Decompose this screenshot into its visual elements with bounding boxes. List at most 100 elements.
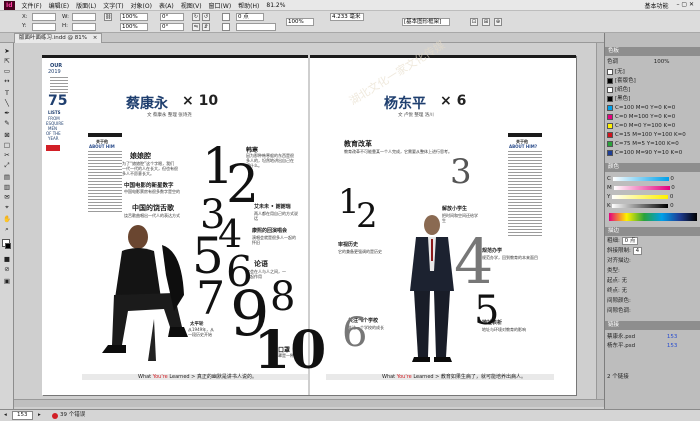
- swatch-row[interactable]: C=100 M=90 Y=10 K=0: [607, 149, 699, 157]
- swatch-row[interactable]: C=100 M=0 Y=0 K=0: [607, 104, 699, 112]
- rotate-ccw-icon[interactable]: ↺: [202, 13, 210, 21]
- offset-field[interactable]: 4.233 毫米: [330, 13, 364, 21]
- selection-tool-icon[interactable]: ➤: [2, 47, 12, 56]
- zoom-tool-icon[interactable]: ⌕: [2, 225, 12, 234]
- stroke-swatch-icon[interactable]: [222, 23, 230, 31]
- pen-tool-icon[interactable]: ✒: [2, 109, 12, 118]
- shear-field[interactable]: 0°: [160, 23, 184, 31]
- m-slider[interactable]: [613, 185, 670, 190]
- eyedropper-tool-icon[interactable]: ⌖: [2, 203, 12, 212]
- swatch-row[interactable]: C=0 M=100 Y=0 K=0: [607, 113, 699, 121]
- free-transform-tool-icon[interactable]: ⤢: [2, 161, 12, 170]
- swatch-tint-value[interactable]: 100%: [654, 59, 670, 65]
- opacity-field[interactable]: 100%: [286, 18, 314, 26]
- w-field[interactable]: [72, 13, 96, 21]
- apply-color-icon[interactable]: ■: [2, 255, 12, 264]
- apply-none-icon[interactable]: ⊘: [2, 265, 12, 274]
- stroke-type-row[interactable]: 类型:: [607, 267, 699, 275]
- menu-file[interactable]: 文件(F): [22, 1, 42, 10]
- links-panel-header[interactable]: 链接: [605, 321, 700, 330]
- page-nav-next-icon[interactable]: ▸: [38, 410, 41, 421]
- k-slider[interactable]: [612, 203, 669, 208]
- stroke-start-row[interactable]: 起点: 无: [607, 277, 699, 285]
- stroke-end-row[interactable]: 终点: 无: [607, 287, 699, 295]
- y-field[interactable]: [32, 23, 56, 31]
- page-nav-prev-icon[interactable]: ◂: [4, 410, 7, 421]
- menu-view[interactable]: 视图(V): [181, 1, 202, 10]
- stroke-icon[interactable]: [5, 243, 11, 249]
- line-tool-icon[interactable]: ╲: [2, 99, 12, 108]
- scissors-tool-icon[interactable]: ✂: [2, 151, 12, 160]
- stroke-panel-header[interactable]: 描边: [605, 227, 700, 236]
- menu-window[interactable]: 窗口(W): [209, 1, 232, 10]
- gap-tool-icon[interactable]: ↔: [2, 77, 12, 86]
- stroke-style-select[interactable]: [236, 23, 276, 31]
- swatch-row[interactable]: C=0 M=0 Y=100 K=0: [607, 122, 699, 130]
- stroke-weight-row[interactable]: 粗细: 0 点: [607, 237, 699, 245]
- preflight-errors[interactable]: 39 个错误: [60, 410, 85, 421]
- gap-color-row[interactable]: 间隙颜色:: [607, 297, 699, 305]
- document-tab[interactable]: 版面叶面练习.indd @ 81% ×: [14, 33, 103, 43]
- swatch-row[interactable]: C=15 M=100 Y=100 K=0: [607, 131, 699, 139]
- h-field[interactable]: [72, 23, 96, 31]
- color-spectrum[interactable]: [609, 213, 697, 221]
- hand-tool-icon[interactable]: ✋: [2, 215, 12, 224]
- swatch-row[interactable]: [套版色]: [607, 77, 699, 85]
- swatch-row[interactable]: [无]: [607, 68, 699, 76]
- color-c-row[interactable]: C 0: [607, 175, 699, 183]
- c-slider[interactable]: [612, 176, 669, 181]
- type-tool-icon[interactable]: T: [2, 89, 12, 98]
- pencil-tool-icon[interactable]: ✎: [2, 119, 12, 128]
- color-panel-header[interactable]: 颜色: [605, 163, 700, 172]
- stroke-weight-field[interactable]: 0 点: [236, 13, 264, 21]
- link-row-2[interactable]: 杨东平.psd 153: [607, 342, 699, 350]
- document-canvas[interactable]: OUR 2019 75 LISTS FROM ESQUIRE MEN OF TH…: [14, 38, 604, 409]
- swatch-row[interactable]: [纸色]: [607, 86, 699, 94]
- align-stroke-row[interactable]: 对齐描边:: [607, 257, 699, 265]
- horizontal-scrollbar[interactable]: [14, 399, 604, 407]
- workspace-switcher[interactable]: 基本功能: [644, 1, 668, 10]
- swatches-panel-header[interactable]: 色板: [605, 47, 700, 56]
- direct-selection-tool-icon[interactable]: ⇱: [2, 57, 12, 66]
- rotate-field[interactable]: 0°: [160, 13, 184, 21]
- link-row-1[interactable]: 蔡康永.psd 153: [607, 333, 699, 341]
- rotate-cw-icon[interactable]: ↻: [192, 13, 200, 21]
- menu-help[interactable]: 帮助(H): [238, 1, 259, 10]
- menu-table[interactable]: 表(A): [159, 1, 174, 10]
- gradient-tool-icon[interactable]: ▤: [2, 173, 12, 182]
- swatch-row[interactable]: [黑色]: [607, 95, 699, 103]
- photo-yang-dongping[interactable]: [402, 211, 462, 363]
- fit-icon[interactable]: ⊡: [470, 18, 478, 26]
- vertical-scrollbar[interactable]: [596, 43, 604, 399]
- rectangle-frame-tool-icon[interactable]: ⊠: [2, 131, 12, 140]
- constrain-icon[interactable]: ⛓: [104, 13, 112, 21]
- x-field[interactable]: [32, 13, 56, 21]
- scale-x-field[interactable]: 100%: [120, 13, 148, 21]
- color-k-row[interactable]: K 0: [607, 202, 699, 210]
- color-m-row[interactable]: M 0: [607, 184, 699, 192]
- page-tool-icon[interactable]: ▭: [2, 67, 12, 76]
- photo-cai-kangyong[interactable]: [78, 215, 198, 365]
- page-number-field[interactable]: 153: [12, 411, 33, 420]
- center-content-icon[interactable]: ⊕: [494, 18, 502, 26]
- fill-frame-icon[interactable]: ⊞: [482, 18, 490, 26]
- scale-y-field[interactable]: 100%: [120, 23, 148, 31]
- flip-h-icon[interactable]: ⇋: [192, 23, 200, 31]
- gradient-feather-tool-icon[interactable]: ▥: [2, 183, 12, 192]
- menu-type[interactable]: 文字(T): [103, 1, 123, 10]
- menu-layout[interactable]: 版面(L): [76, 1, 96, 10]
- fill-swatch-icon[interactable]: [222, 13, 230, 21]
- note-tool-icon[interactable]: ✉: [2, 193, 12, 202]
- y-slider[interactable]: [612, 194, 669, 199]
- window-controls[interactable]: – ▢ ✕: [676, 1, 694, 10]
- swatch-row[interactable]: C=75 M=5 Y=100 K=0: [607, 140, 699, 148]
- gap-tint-row[interactable]: 间隙色调:: [607, 307, 699, 315]
- rectangle-tool-icon[interactable]: □: [2, 141, 12, 150]
- view-mode-icon[interactable]: ▣: [2, 277, 12, 286]
- flip-v-icon[interactable]: ⇵: [202, 23, 210, 31]
- menu-edit[interactable]: 编辑(E): [49, 1, 69, 10]
- object-style-select[interactable]: [基本图形框架]: [402, 18, 450, 26]
- menu-object[interactable]: 对象(O): [131, 1, 152, 10]
- zoom-level[interactable]: 81.2%: [266, 2, 285, 9]
- miter-row[interactable]: 斜接限制: 4: [607, 247, 699, 255]
